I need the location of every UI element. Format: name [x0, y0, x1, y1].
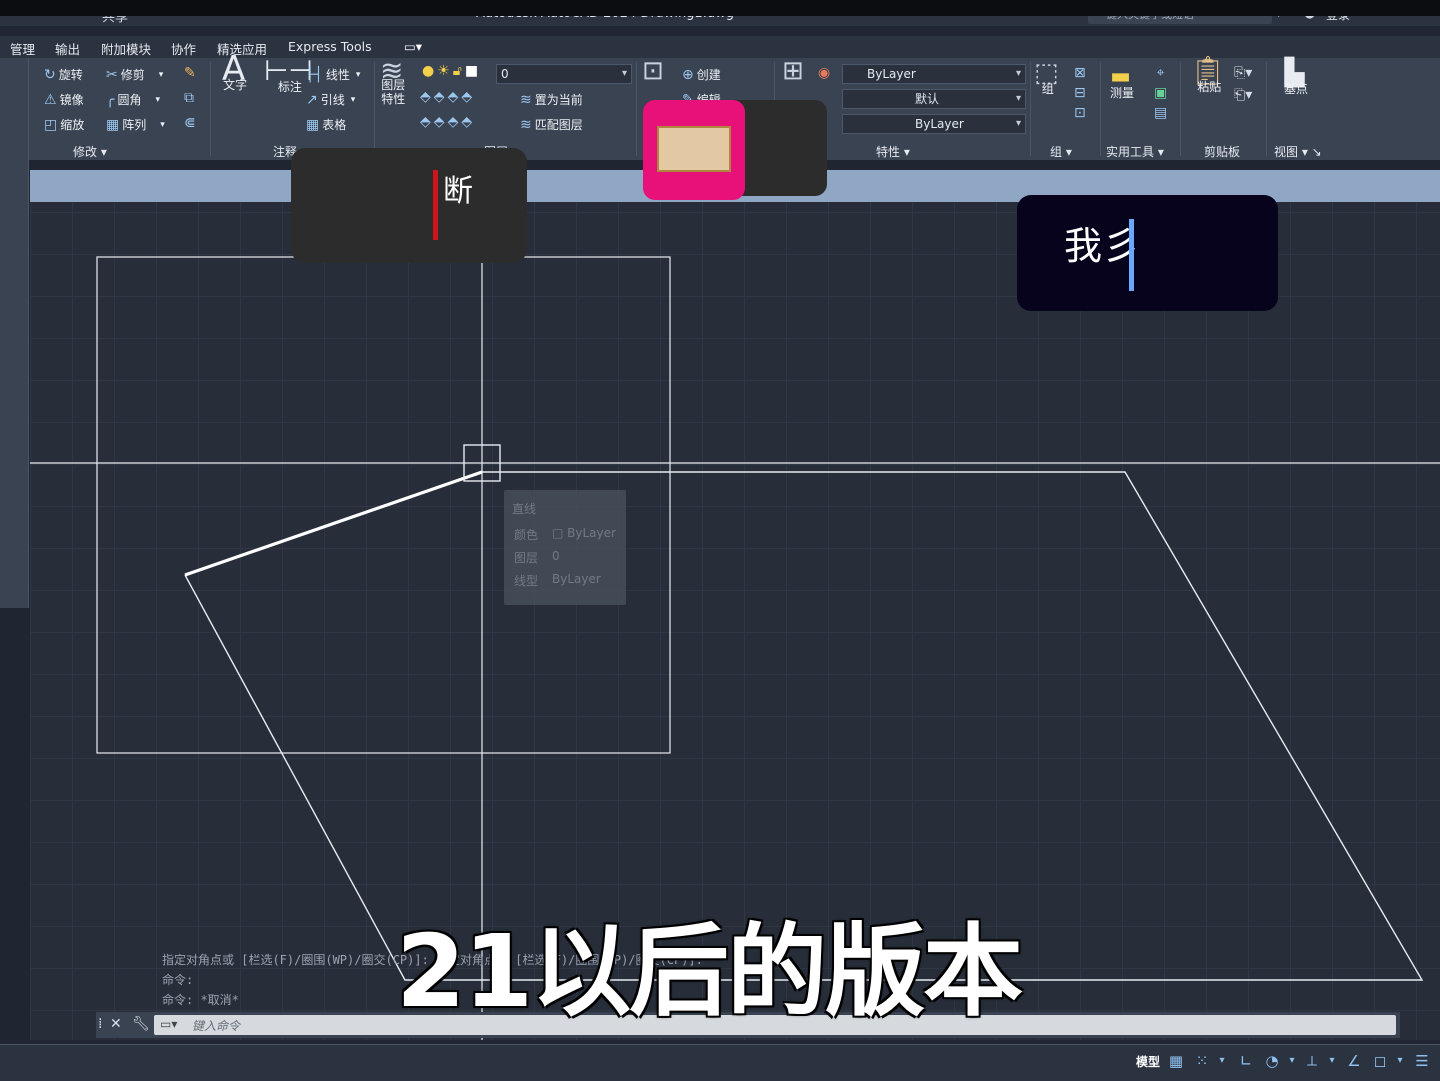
rollover-tooltip: 直线 颜色 □ ByLayer 图层 0 线型 ByLayer	[504, 490, 626, 605]
polar-dropdown-icon[interactable]: ▾	[1282, 1051, 1302, 1071]
tooltip-value: 0	[552, 549, 560, 563]
isometric-icon[interactable]: ∠	[1344, 1051, 1364, 1071]
wrench-icon[interactable]: 🔧︎	[132, 1016, 150, 1032]
ortho-icon[interactable]: ∟	[1236, 1051, 1256, 1071]
tooltip-key: 图层	[514, 551, 539, 565]
video-subtitle: 21以后的版本	[396, 913, 1023, 1030]
grid-icon[interactable]: ▦	[1166, 1051, 1186, 1071]
osnap-dropdown-icon[interactable]: ▾	[1322, 1051, 1342, 1071]
pink-thumbnail	[643, 100, 745, 200]
input-bubble-left: 断	[291, 148, 527, 263]
tooltip-key: 线型	[514, 574, 539, 588]
close-icon[interactable]: ✕	[110, 1016, 122, 1032]
grip-icon[interactable]: ⁞	[98, 1016, 102, 1032]
tooltip-title: 直线	[512, 502, 537, 516]
snap-dropdown-icon[interactable]: ▾	[1212, 1051, 1232, 1071]
object-snap-dropdown-icon[interactable]: ▾	[1390, 1051, 1410, 1071]
command-prompt-icon[interactable]: ▭▾	[160, 1017, 177, 1031]
osnap-tracking-icon[interactable]: ⟂	[1302, 1051, 1322, 1071]
gift-box-icon	[657, 126, 731, 172]
bubble-left-text: 断	[443, 174, 473, 209]
command-placeholder: 键入命令	[192, 1019, 241, 1033]
image-bubble	[643, 100, 827, 200]
object-snap-icon[interactable]: ◻	[1370, 1051, 1390, 1071]
red-caret	[433, 170, 438, 240]
blue-caret	[1129, 219, 1134, 291]
tooltip-value: □ ByLayer	[552, 526, 616, 540]
highlighted-line[interactable]	[184, 470, 483, 577]
polar-icon[interactable]: ◔	[1262, 1051, 1282, 1071]
input-bubble-right: 我彡	[1017, 195, 1278, 311]
snap-icon[interactable]: ⁙	[1192, 1051, 1212, 1071]
model-tab[interactable]: 模型	[1136, 1053, 1160, 1070]
tooltip-key: 颜色	[514, 528, 539, 542]
status-bar: 模型 ▦ ⁙ ▾ ∟ ◔ ▾ ⟂ ▾ ∠ ◻ ▾ ☰	[0, 1044, 1440, 1081]
tooltip-value: ByLayer	[552, 572, 601, 586]
customization-menu-icon[interactable]: ☰	[1412, 1051, 1432, 1071]
